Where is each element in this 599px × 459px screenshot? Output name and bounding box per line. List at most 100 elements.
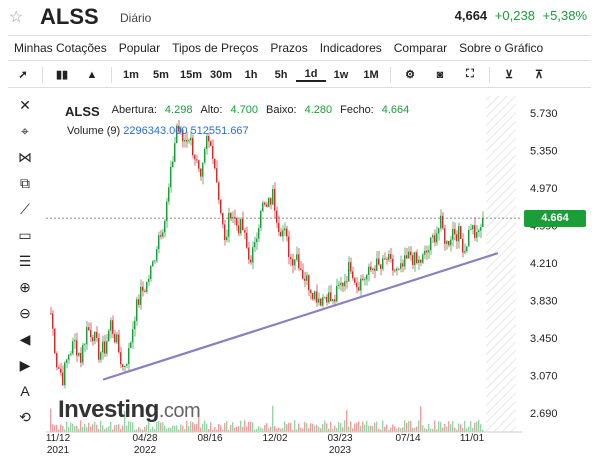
candle-body — [290, 257, 292, 260]
candle-body — [376, 258, 378, 271]
rectangle-icon[interactable]: ▭ — [8, 222, 42, 248]
arrow-left-icon[interactable]: ◀ — [8, 326, 42, 352]
candle-body — [462, 239, 464, 253]
candle-body — [450, 239, 452, 246]
candle-body — [340, 282, 342, 285]
candle-body — [274, 188, 276, 211]
candle-body — [452, 228, 454, 240]
volume-bar — [284, 421, 286, 432]
volume-bar — [308, 428, 310, 432]
interval-1d[interactable]: 1d — [296, 68, 326, 82]
upload-icon[interactable]: ⊼ — [524, 68, 554, 81]
y-tick-label: 3.830 — [530, 296, 558, 308]
menu-popular[interactable]: Popular — [119, 41, 160, 55]
volume-bar — [274, 425, 276, 432]
volume-bar — [444, 423, 446, 432]
fullscreen-icon[interactable]: ⛶ — [455, 68, 485, 81]
candle-body — [304, 278, 306, 281]
fib-icon[interactable]: ☰ — [8, 248, 42, 274]
camera-icon[interactable]: ◙ — [425, 69, 455, 81]
trendline-icon[interactable]: ⟋ — [8, 196, 42, 222]
candle-body — [100, 352, 102, 360]
download-icon[interactable]: ⊻ — [494, 68, 524, 81]
interval-1w[interactable]: 1w — [326, 69, 356, 81]
candle-body — [358, 287, 360, 291]
interval-5m[interactable]: 5m — [146, 69, 176, 81]
volume-bar — [356, 422, 358, 432]
volume-bar — [466, 428, 468, 432]
volume-bar — [272, 405, 274, 432]
candle-body — [222, 213, 224, 225]
volume-bar — [250, 421, 252, 432]
volume-bar — [462, 428, 464, 432]
cursor-icon[interactable]: ➚ — [8, 68, 38, 81]
reset-icon[interactable]: ⟲ — [8, 404, 42, 430]
quote-header: ☆ ALSS Diário 4,664 +0,238 +5,38% — [0, 0, 599, 34]
candle-body — [334, 299, 336, 302]
candle-body — [466, 246, 468, 252]
candle-body — [312, 293, 314, 300]
zoom-out-icon[interactable]: ⊖ — [8, 300, 42, 326]
candle-body — [110, 320, 112, 331]
candle-body — [348, 262, 350, 282]
candle-body — [254, 242, 256, 248]
period-label: Diário — [120, 11, 152, 25]
interval-1M[interactable]: 1M — [356, 69, 386, 81]
volume-bar — [362, 421, 364, 432]
zoom-in-icon[interactable]: ⊕ — [8, 274, 42, 300]
candle-body — [156, 249, 158, 261]
candle-body — [88, 327, 90, 331]
candle-body — [396, 268, 398, 271]
star-icon[interactable]: ☆ — [9, 7, 23, 27]
candle-body — [72, 341, 74, 354]
interval-15m[interactable]: 15m — [176, 69, 206, 81]
volume-bar — [144, 426, 146, 432]
candlestick-icon[interactable]: ▮▮ — [47, 68, 77, 81]
interval-5h[interactable]: 5h — [266, 69, 296, 81]
candle-body — [264, 202, 266, 205]
menu-price-types[interactable]: Tipos de Preços — [172, 41, 258, 55]
menu-indicators[interactable]: Indicadores — [320, 41, 382, 55]
volume-bar — [82, 426, 84, 432]
menu-my-quotes[interactable]: Minhas Cotações — [14, 41, 107, 55]
volume-bar — [238, 426, 240, 432]
candle-body — [158, 235, 160, 250]
candle-body — [146, 281, 148, 292]
volume-bar — [338, 421, 340, 432]
volume-bar — [298, 423, 300, 432]
volume-bar — [108, 426, 110, 432]
volume-bar — [310, 423, 312, 432]
candle-body — [226, 236, 228, 241]
candle-body — [60, 368, 62, 373]
interval-30m[interactable]: 30m — [206, 69, 236, 81]
volume-bar — [50, 408, 52, 432]
candle-body — [84, 344, 86, 346]
volume-bar — [258, 426, 260, 432]
x-tick-year: 2022 — [134, 445, 157, 456]
candle-body — [90, 330, 92, 338]
copy-icon[interactable]: ⧉ — [8, 170, 42, 196]
volume-bar — [248, 421, 250, 432]
mountain-icon[interactable]: ▲ — [77, 69, 107, 81]
arrow-right-icon[interactable]: ▶ — [8, 352, 42, 378]
menu-compare[interactable]: Comparar — [394, 41, 447, 55]
candle-body — [138, 299, 140, 305]
candle-body — [404, 255, 406, 267]
menu-timeframes[interactable]: Prazos — [270, 41, 307, 55]
volume-bar — [460, 424, 462, 432]
menu-about-chart[interactable]: Sobre o Gráfico — [459, 41, 543, 55]
volume-bar — [194, 424, 196, 432]
y-tick-label: 4.970 — [530, 183, 558, 195]
magnet-icon[interactable]: ⋈ — [8, 144, 42, 170]
text-icon[interactable]: A — [8, 378, 42, 404]
candle-body — [456, 234, 458, 242]
interval-1h[interactable]: 1h — [236, 69, 266, 81]
toolbar-divider — [489, 66, 490, 83]
interval-1m[interactable]: 1m — [116, 69, 146, 81]
crosshair-icon[interactable]: ⌖ — [8, 118, 42, 144]
volume-bar — [376, 421, 378, 432]
close-icon[interactable]: ✕ — [8, 92, 42, 118]
volume-bar — [430, 428, 432, 432]
volume-bar — [368, 425, 370, 432]
gear-icon[interactable]: ⚙ — [395, 68, 425, 81]
